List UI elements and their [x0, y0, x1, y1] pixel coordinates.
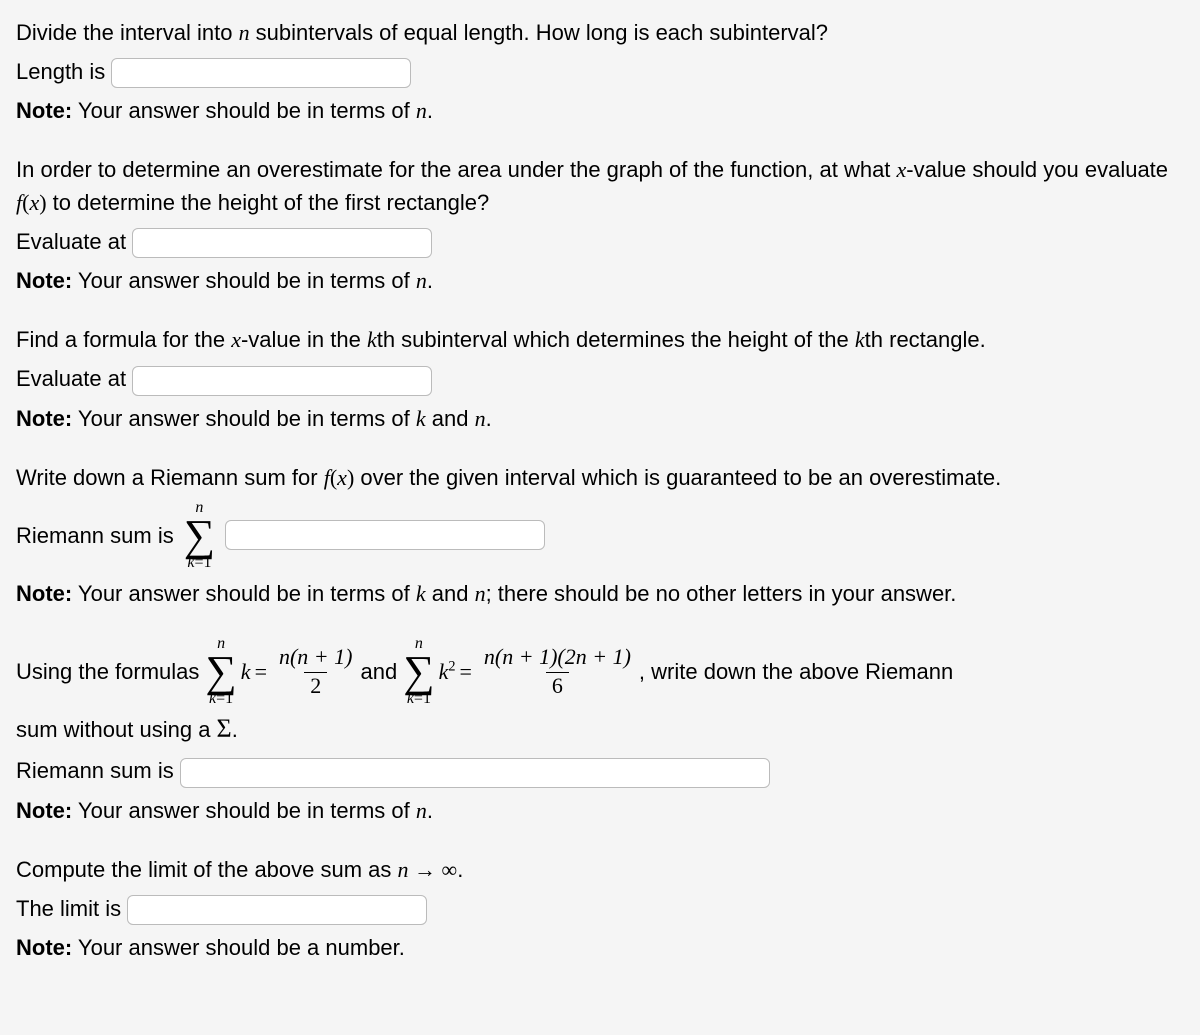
text: Your answer should be in terms of: [72, 268, 416, 293]
text: -value should you evaluate: [906, 157, 1168, 182]
text: .: [427, 98, 433, 123]
riemann-label: Riemann sum is: [16, 758, 174, 783]
q5-note: Note: Your answer should be in terms of …: [16, 794, 1184, 827]
note-bold: Note:: [16, 98, 72, 123]
q3-prompt: Find a formula for the x-value in the kt…: [16, 323, 1184, 356]
var-n: n: [398, 857, 409, 882]
sigma-icon: n ∑ k=1: [205, 636, 236, 707]
q1-note: Note: Your answer should be in terms of …: [16, 94, 1184, 127]
limit-label: The limit is: [16, 896, 121, 921]
sigma-inline: Σ: [217, 714, 232, 743]
q2-answer-row: Evaluate at: [16, 225, 1184, 258]
text: sum without using a: [16, 717, 217, 742]
q5-answer-row: Riemann sum is: [16, 754, 1184, 787]
and-text: and: [360, 655, 397, 688]
sigma-icon: n ∑ k=1: [184, 500, 215, 571]
var-n: n: [416, 268, 427, 293]
text: Your answer should be a number.: [72, 935, 405, 960]
q5-prompt-line1: Using the formulas n ∑ k=1 k = n(n + 1) …: [16, 636, 1184, 707]
text: .: [232, 717, 238, 742]
var-n: n: [416, 98, 427, 123]
evaluate-input-1[interactable]: [132, 228, 432, 258]
text: ; there should be no other letters in yo…: [486, 581, 957, 606]
text: .: [457, 857, 463, 882]
fraction-2: n(n + 1)(2n + 1) 6: [480, 645, 635, 697]
note-bold: Note:: [16, 406, 72, 431]
fx: f(x): [324, 465, 355, 490]
text: -value in the: [241, 327, 367, 352]
sigma-bot: k=1: [187, 555, 211, 571]
arrow-inf: → ∞: [409, 857, 458, 882]
q1-answer-row: Length is: [16, 55, 1184, 88]
text: over the given interval which is guarant…: [354, 465, 1001, 490]
riemann-sum-input-2[interactable]: [180, 758, 770, 788]
var-n: n: [475, 406, 486, 431]
var-n: n: [475, 581, 486, 606]
fx: f(x): [16, 190, 47, 215]
riemann-label: Riemann sum is: [16, 519, 174, 552]
note-bold: Note:: [16, 935, 72, 960]
q5-prompt-line2: sum without using a Σ.: [16, 709, 1184, 748]
var-k: k: [416, 581, 426, 606]
var-n: n: [239, 20, 250, 45]
text: .: [427, 798, 433, 823]
evaluate-label: Evaluate at: [16, 366, 126, 391]
var-x: x: [897, 157, 907, 182]
term-k2: k2: [439, 655, 456, 688]
equals: =: [255, 655, 267, 688]
text: .: [427, 268, 433, 293]
text: Your answer should be in terms of: [72, 98, 416, 123]
q6-prompt: Compute the limit of the above sum as n …: [16, 853, 1184, 886]
text: Using the formulas: [16, 655, 199, 688]
text: and: [426, 581, 475, 606]
q4-answer-row: Riemann sum is n ∑ k=1: [16, 500, 1184, 571]
equals: =: [460, 655, 472, 688]
q6-answer-row: The limit is: [16, 892, 1184, 925]
text: Compute the limit of the above sum as: [16, 857, 398, 882]
fraction-1: n(n + 1) 2: [275, 645, 357, 697]
sigma-symbol: ∑: [184, 517, 215, 554]
q1-prompt: Divide the interval into n subintervals …: [16, 16, 1184, 49]
text: , write down the above Riemann: [639, 655, 953, 688]
q3-answer-row: Evaluate at: [16, 362, 1184, 395]
text: Your answer should be in terms of: [72, 798, 416, 823]
riemann-sum-input-1[interactable]: [225, 520, 545, 550]
q4-prompt: Write down a Riemann sum for f(x) over t…: [16, 461, 1184, 494]
text: .: [486, 406, 492, 431]
text: Find a formula for the: [16, 327, 231, 352]
sigma-icon: n ∑ k=1: [403, 636, 434, 707]
term-k: k: [241, 655, 251, 688]
q6-note: Note: Your answer should be a number.: [16, 931, 1184, 964]
q2-note: Note: Your answer should be in terms of …: [16, 264, 1184, 297]
var-n: n: [416, 798, 427, 823]
evaluate-label: Evaluate at: [16, 229, 126, 254]
text: In order to determine an overestimate fo…: [16, 157, 897, 182]
length-input[interactable]: [111, 58, 411, 88]
limit-input[interactable]: [127, 895, 427, 925]
text: Divide the interval into: [16, 20, 239, 45]
note-bold: Note:: [16, 798, 72, 823]
text: th subinterval which determines the heig…: [377, 327, 855, 352]
var-k: k: [416, 406, 426, 431]
note-bold: Note:: [16, 581, 72, 606]
text: to determine the height of the first rec…: [47, 190, 490, 215]
text: subintervals of equal length. How long i…: [250, 20, 828, 45]
text: Write down a Riemann sum for: [16, 465, 324, 490]
var-k: k: [855, 327, 865, 352]
text: Your answer should be in terms of: [72, 406, 416, 431]
q3-note: Note: Your answer should be in terms of …: [16, 402, 1184, 435]
evaluate-input-2[interactable]: [132, 366, 432, 396]
length-label: Length is: [16, 59, 105, 84]
text: and: [426, 406, 475, 431]
note-bold: Note:: [16, 268, 72, 293]
var-k: k: [367, 327, 377, 352]
q4-note: Note: Your answer should be in terms of …: [16, 577, 1184, 610]
text: Your answer should be in terms of: [72, 581, 416, 606]
q2-prompt: In order to determine an overestimate fo…: [16, 153, 1184, 219]
var-x: x: [231, 327, 241, 352]
text: th rectangle.: [865, 327, 986, 352]
